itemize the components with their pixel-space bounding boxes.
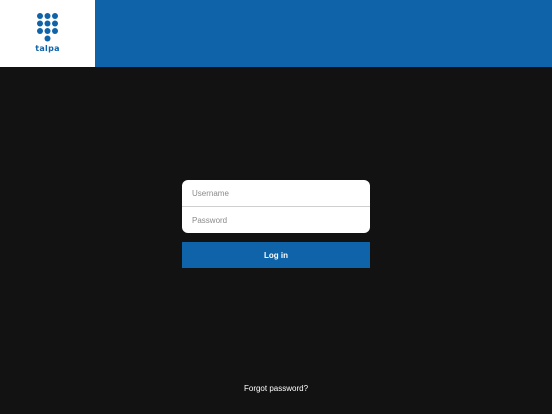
log-in-button[interactable]: Log in: [182, 242, 370, 268]
username-input[interactable]: [182, 180, 370, 206]
password-input[interactable]: [182, 207, 370, 233]
brand-logo: talpa: [0, 0, 95, 67]
forgot-password-link[interactable]: Forgot password?: [0, 384, 552, 393]
login-form-card: [182, 180, 370, 233]
logo-wordmark: talpa: [35, 44, 60, 53]
talpa-logo-icon: [37, 13, 58, 42]
